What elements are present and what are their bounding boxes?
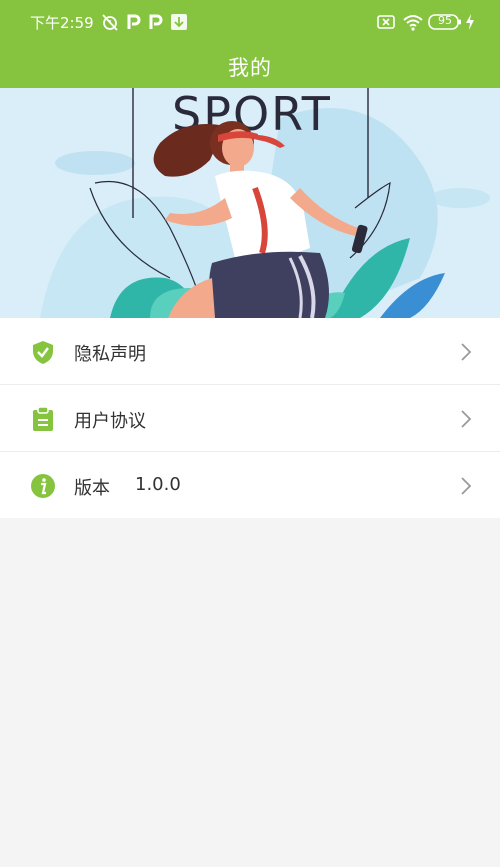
clipboard-icon	[33, 406, 53, 431]
menu-item-user-agreement[interactable]: 用户协议	[0, 385, 500, 452]
sim-off-icon	[377, 15, 395, 29]
menu-item-label: 版本	[74, 478, 110, 499]
battery-level: 95	[438, 14, 452, 27]
chevron-right-icon	[461, 410, 472, 428]
shield-check-icon	[33, 341, 53, 364]
page-title: 我的	[228, 56, 272, 80]
chevron-right-icon	[461, 343, 472, 361]
sport-banner: SPORT	[0, 88, 500, 318]
menu-item-privacy[interactable]: 隐私声明	[0, 318, 500, 385]
info-icon	[31, 474, 55, 498]
menu-item-label: 隐私声明	[74, 344, 146, 365]
alarm-off-icon	[102, 14, 118, 31]
version-value: 1.0.0	[135, 474, 181, 495]
runner-illustration: SPORT	[0, 88, 500, 318]
menu-item-label: 用户协议	[74, 411, 146, 432]
p-app-icon	[149, 14, 163, 29]
download-icon	[171, 14, 187, 30]
status-time: 下午2:59	[30, 14, 94, 32]
charging-icon	[466, 14, 474, 30]
wifi-icon	[403, 15, 423, 31]
settings-menu: 隐私声明 用户协议 版本 1.0.0	[0, 318, 500, 518]
p-app-icon	[127, 14, 141, 29]
chevron-right-icon	[461, 477, 472, 495]
menu-item-version[interactable]: 版本 1.0.0	[0, 452, 500, 518]
status-bar: 下午2:59 95	[0, 0, 500, 44]
top-bar: 下午2:59 95 我的	[0, 0, 500, 88]
